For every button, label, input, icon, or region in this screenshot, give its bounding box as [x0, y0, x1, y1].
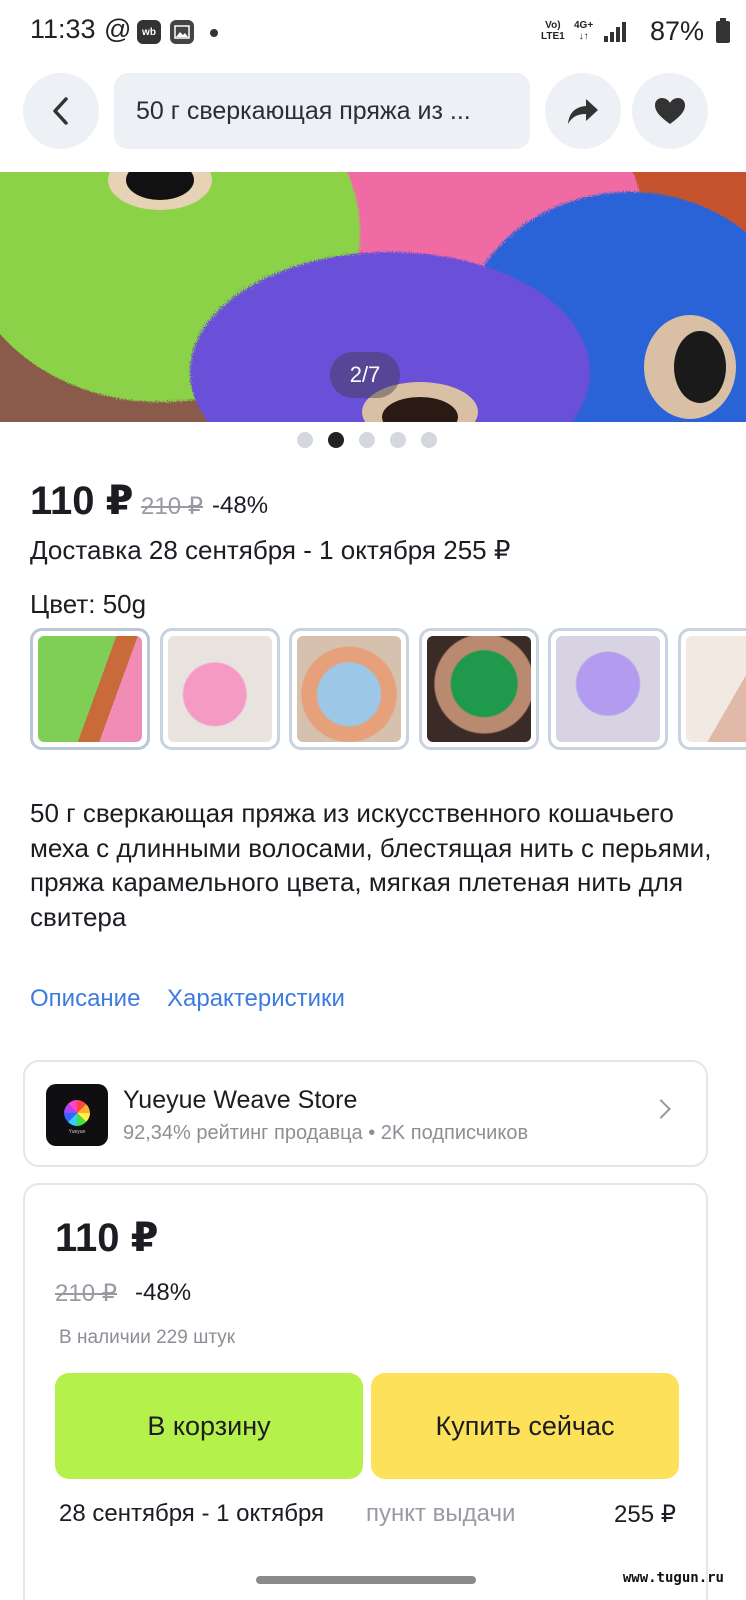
volte-top: Vo): [545, 20, 561, 31]
share-icon: [568, 99, 598, 124]
swatch-light-blue[interactable]: [289, 628, 409, 750]
home-indicator[interactable]: [256, 1576, 476, 1584]
at-icon: @: [104, 14, 132, 44]
share-button[interactable]: [545, 73, 621, 149]
net-type-top: 4G+: [574, 20, 594, 31]
battery-percent: 87%: [649, 16, 704, 46]
seller-card[interactable]: Yueyue Yueyue Weave Store 92,34% рейтинг…: [23, 1060, 708, 1167]
delivery-info[interactable]: Доставка 28 сентября - 1 октября 255 ₽: [30, 535, 510, 566]
net-type-bottom: ↓↑: [578, 31, 589, 42]
pagination-dot[interactable]: [359, 432, 375, 448]
wb-app-icon: wb: [137, 20, 161, 44]
seller-logo-text: Yueyue: [69, 1129, 86, 1135]
pinwheel-icon: Yueyue: [64, 1100, 90, 1135]
pagination-dot-active[interactable]: [328, 432, 344, 448]
status-bar: 11:33 @ wb Vo) LTE1 4G+ ↓↑ 87%: [0, 0, 746, 62]
color-label: Цвет: 50g: [30, 589, 147, 619]
pagination-dot[interactable]: [390, 432, 406, 448]
back-button[interactable]: [23, 73, 99, 149]
status-time: 11:33: [30, 14, 96, 44]
swatch-white[interactable]: [678, 628, 746, 750]
network-type-indicator: 4G+ ↓↑: [574, 20, 593, 42]
stock-info: В наличии 229 штук: [59, 1327, 236, 1348]
buy-price: 110 ₽: [55, 1216, 159, 1260]
description-link[interactable]: Описание: [30, 985, 140, 1013]
gallery-pagination: [0, 432, 746, 448]
favorite-button[interactable]: [632, 73, 708, 149]
buy-now-button[interactable]: Купить сейчас: [371, 1373, 679, 1479]
gallery-notification-icon: [170, 20, 194, 44]
buy-old-price: 210 ₽: [55, 1280, 117, 1307]
seller-rating: 92,34% рейтинг продавца • 2K подписчиков: [123, 1122, 529, 1144]
gallery-counter: 2/7: [330, 352, 400, 398]
buy-discount: -48%: [135, 1279, 192, 1306]
battery-icon: [716, 18, 730, 43]
top-bar: 50 г сверкающая пряжа из ...: [0, 72, 746, 152]
buy-panel: 110 ₽ 210 ₽ -48% В наличии 229 штук В ко…: [23, 1183, 708, 1600]
search-input[interactable]: 50 г сверкающая пряжа из ...: [114, 73, 530, 149]
swatch-lavender[interactable]: [548, 628, 668, 750]
delivery-price: 255 ₽: [614, 1501, 676, 1528]
swatch-dark-green[interactable]: [419, 628, 539, 750]
specs-link[interactable]: Характеристики: [167, 985, 345, 1013]
pagination-dot[interactable]: [297, 432, 313, 448]
swatch-green[interactable]: [30, 628, 150, 750]
product-old-price: 210 ₽: [141, 493, 203, 520]
delivery-dates: 28 сентября - 1 октября: [59, 1500, 325, 1527]
delivery-pickup-point: пункт выдачи: [366, 1500, 516, 1527]
chevron-right-icon: [651, 1099, 671, 1119]
watermark: www.tugun.ru: [622, 1570, 724, 1586]
volte-bottom: LTE1: [541, 31, 565, 42]
heart-icon: [655, 98, 685, 124]
notification-dot-icon: [210, 29, 218, 37]
seller-logo: Yueyue: [46, 1084, 108, 1146]
product-price: 110 ₽: [30, 479, 134, 523]
seller-name: Yueyue Weave Store: [123, 1086, 358, 1114]
volte-indicator: Vo) LTE1: [541, 20, 565, 42]
swatch-pink[interactable]: [160, 628, 280, 750]
product-title: 50 г сверкающая пряжа из искусственного …: [30, 798, 712, 932]
product-discount: -48%: [212, 492, 269, 519]
add-to-cart-button[interactable]: В корзину: [55, 1373, 363, 1479]
color-swatch-list: [30, 628, 746, 750]
pagination-dot[interactable]: [421, 432, 437, 448]
back-icon: [53, 97, 68, 125]
signal-icon: [604, 22, 626, 42]
